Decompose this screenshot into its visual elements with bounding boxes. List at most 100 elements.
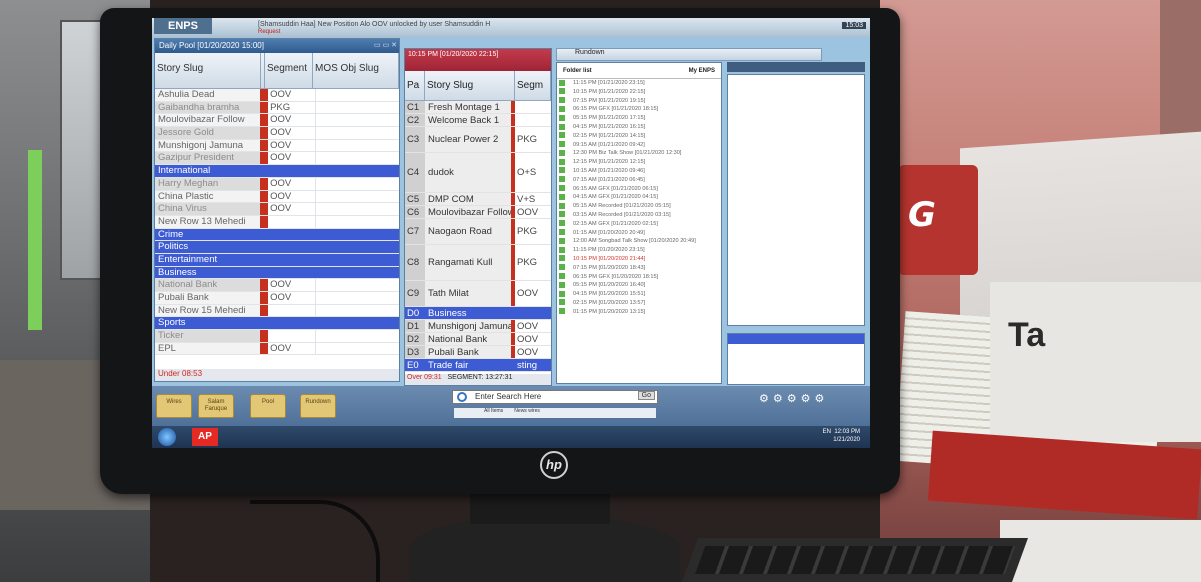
story-slug-cell[interactable]: Pubali Bank [425, 346, 511, 358]
col-mos-obj-slug[interactable]: MOS Obj Slug [313, 53, 399, 88]
folder-label[interactable]: 12:00 AM Songbad Talk Show [01/20/2020 2… [573, 238, 696, 244]
ap-app-button[interactable]: AP [192, 428, 218, 446]
story-slug-cell[interactable]: International [155, 165, 261, 177]
list-item[interactable]: 07:15 PM [01/21/2020 19:15] [557, 97, 721, 106]
segment-cell[interactable]: OOV [268, 127, 316, 139]
segment-cell[interactable]: OOV [268, 203, 316, 215]
table-row[interactable]: New Row 13 Mehedi [155, 215, 399, 229]
list-item[interactable]: 04:15 PM [01/20/2020 15:51] [557, 290, 721, 299]
list-item[interactable]: 10:15 AM [01/21/2020 09:46] [557, 167, 721, 176]
page-cell[interactable]: C8 [405, 245, 425, 280]
list-item[interactable]: 02:15 PM [01/21/2020 14:15] [557, 132, 721, 141]
story-slug-cell[interactable]: Tath Milat [425, 281, 511, 306]
folder-label[interactable]: 09:15 AM [01/21/2020 09:42] [573, 142, 645, 148]
list-item[interactable]: 04:15 AM GFX [01/21/2020 04:15] [557, 193, 721, 202]
list-item[interactable]: 12:30 PM Biz Talk Show [01/21/2020 12:30… [557, 149, 721, 158]
table-row[interactable]: Ashulia Dead OOV [155, 89, 399, 102]
table-row[interactable]: Gazipur President OOV [155, 152, 399, 166]
table-row[interactable]: Business [155, 266, 399, 280]
segment-cell[interactable]: OOV [515, 281, 551, 306]
window-buttons-icon[interactable]: ▭ ▭ ✕ [374, 41, 397, 49]
mos-cell[interactable] [316, 330, 399, 342]
list-item[interactable]: 10:15 PM [01/20/2020 21:44] [557, 255, 721, 264]
folder-label[interactable]: 04:15 PM [01/20/2020 15:51] [573, 291, 645, 297]
search-box[interactable]: Enter Search Here Go [452, 390, 658, 404]
rundown-tab[interactable]: Rundown [556, 48, 822, 61]
story-slug-cell[interactable]: Fresh Montage 1 [425, 101, 511, 113]
table-row[interactable]: Sports [155, 317, 399, 331]
list-item[interactable]: 04:15 PM [01/21/2020 16:15] [557, 123, 721, 132]
segment-cell[interactable]: PKG [268, 101, 316, 114]
segment-cell[interactable]: PKG [515, 245, 551, 280]
list-item[interactable]: 12:00 AM Songbad Talk Show [01/20/2020 2… [557, 237, 721, 246]
mos-cell[interactable] [316, 292, 399, 304]
page-cell[interactable]: C9 [405, 281, 425, 306]
list-item[interactable]: 05:15 PM [01/21/2020 17:15] [557, 114, 721, 123]
language-indicator[interactable]: EN [823, 429, 831, 435]
folder-rundown[interactable]: Rundown [300, 394, 336, 418]
folder-label[interactable]: 05:15 AM Recorded [01/21/2020 05:15] [573, 203, 671, 209]
tool-icons[interactable]: ⚙⚙⚙⚙⚙ [759, 392, 828, 405]
list-item[interactable]: 03:15 AM Recorded [01/21/2020 03:15] [557, 211, 721, 220]
segment-cell[interactable] [268, 317, 316, 330]
mos-cell[interactable] [316, 140, 399, 152]
segment-cell[interactable]: OOV [268, 342, 316, 355]
folder-label[interactable]: 01:15 PM [01/20/2020 13:15] [573, 309, 645, 315]
story-slug-cell[interactable]: Rangamati Kull [425, 245, 511, 280]
folder-label[interactable]: 07:15 PM [01/21/2020 19:15] [573, 98, 645, 104]
table-row[interactable]: Harry Meghan OOV [155, 177, 399, 191]
table-row[interactable]: C1 Fresh Montage 1 [405, 101, 551, 114]
search-icon[interactable] [457, 392, 467, 402]
table-row[interactable]: C4 dudok O+S [405, 153, 551, 193]
folder-label[interactable]: 07:15 AM [01/21/2020 06:45] [573, 177, 645, 183]
page-cell[interactable]: C4 [405, 153, 425, 192]
page-cell[interactable]: C1 [405, 101, 425, 113]
table-row[interactable]: C5 DMP COM V+S [405, 193, 551, 206]
segment-cell[interactable]: OOV [268, 190, 316, 203]
story-slug-cell[interactable]: EPL [155, 342, 261, 355]
col-story-slug[interactable]: Story Slug [155, 53, 261, 88]
page-cell[interactable]: C6 [405, 206, 425, 218]
story-slug-cell[interactable]: Gazipur President [155, 152, 261, 165]
mos-cell[interactable] [315, 228, 399, 241]
mos-cell[interactable] [316, 102, 399, 114]
list-item[interactable]: 01:15 AM [01/20/2020 20:49] [557, 229, 721, 238]
table-row[interactable]: Pubali Bank OOV [155, 292, 399, 305]
segment-cell[interactable] [268, 241, 316, 253]
folder-label[interactable]: 01:15 AM [01/20/2020 20:49] [573, 230, 645, 236]
table-row[interactable]: E0 Trade fair sting [405, 359, 551, 372]
table-row[interactable]: C8 Rangamati Kull PKG [405, 245, 551, 281]
table-row[interactable]: D1 Munshigonj Jamuna OOV [405, 320, 551, 333]
segment-cell[interactable] [268, 330, 316, 342]
story-slug-cell[interactable]: Ashulia Dead [155, 89, 261, 101]
table-row[interactable]: Jessore Gold OOV [155, 127, 399, 140]
folder-label[interactable]: 10:15 AM [01/21/2020 09:46] [573, 168, 645, 174]
table-row[interactable]: International [155, 165, 399, 178]
folder-label[interactable]: 02:15 PM [01/21/2020 14:15] [573, 133, 645, 139]
mos-cell[interactable] [316, 305, 399, 317]
table-row[interactable]: EPL OOV [155, 342, 399, 356]
segment-cell[interactable]: OOV [268, 139, 316, 152]
folder-list-tab[interactable]: Folder list [563, 68, 592, 75]
segment-cell[interactable] [268, 165, 316, 177]
table-row[interactable]: D2 National Bank OOV [405, 333, 551, 346]
search-input[interactable]: Enter Search Here [475, 392, 541, 401]
page-cell[interactable]: D2 [405, 333, 425, 345]
start-button-icon[interactable] [158, 428, 176, 446]
segment-cell[interactable] [515, 114, 551, 126]
page-cell[interactable]: C3 [405, 127, 425, 152]
story-slug-cell[interactable]: New Row 13 Mehedi [155, 215, 261, 228]
folder-label[interactable]: 11:15 PM [01/21/2020 23:15] [573, 80, 645, 86]
col-rundown-slug[interactable]: Story Slug [425, 71, 515, 100]
mos-cell[interactable] [316, 191, 399, 203]
list-item[interactable]: 02:15 AM GFX [01/21/2020 02:15] [557, 220, 721, 229]
story-slug-cell[interactable]: Welcome Back 1 [425, 114, 511, 126]
mos-cell[interactable] [315, 266, 399, 279]
story-slug-cell[interactable]: Business [425, 307, 511, 319]
folder-label[interactable]: 06:15 PM GFX [01/20/2020 18:15] [573, 274, 658, 280]
segment-cell[interactable]: OOV [515, 206, 551, 218]
story-slug-cell[interactable]: dudok [425, 153, 511, 192]
story-slug-cell[interactable]: Naogaon Road [425, 219, 511, 244]
segment-cell[interactable]: OOV [268, 292, 316, 304]
list-item[interactable]: 10:15 PM [01/21/2020 22:15] [557, 88, 721, 97]
